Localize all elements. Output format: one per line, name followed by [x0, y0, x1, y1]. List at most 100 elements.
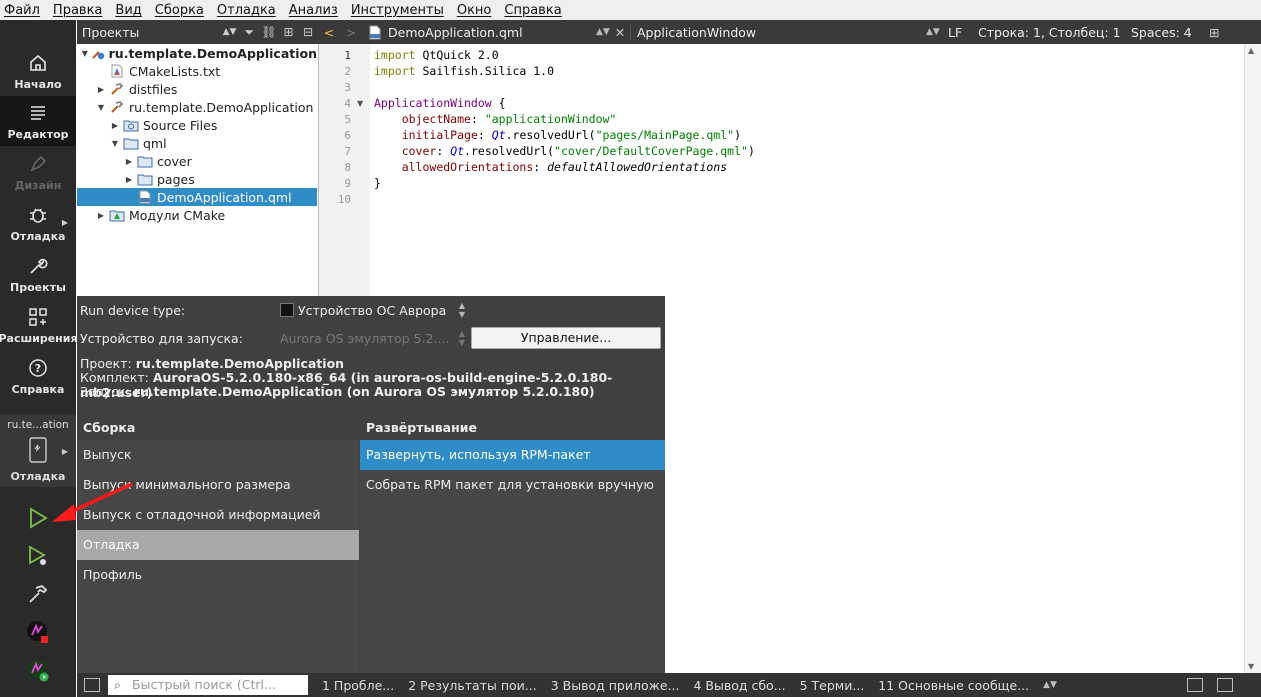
mode-editor[interactable]: Редактор: [0, 96, 76, 146]
build-button[interactable]: [20, 580, 56, 610]
code-token: initialPage: [401, 128, 478, 142]
cursor-position[interactable]: Строка: 1, Столбец: 1: [978, 25, 1131, 40]
collapsed-arrow-icon[interactable]: ▶: [95, 211, 107, 220]
menu-item-7[interactable]: Окно: [457, 3, 492, 18]
aurora-run-button[interactable]: [20, 656, 56, 686]
tree-item-label: qml: [143, 135, 167, 151]
projects-pane-header: Проекты ▲▼ ⏷ ⛓ ⊞ ⊟: [77, 20, 318, 44]
deploy-config-item[interactable]: Собрать RPM пакет для установки вручную: [360, 470, 665, 500]
expanded-arrow-icon[interactable]: ▼: [109, 139, 121, 148]
code-token: :: [470, 112, 485, 126]
mode-welcome[interactable]: Начало: [0, 46, 76, 96]
folder-icon: [137, 154, 153, 168]
tree-item-label: pages: [157, 171, 195, 187]
expanded-arrow-icon[interactable]: ▼: [95, 103, 107, 112]
output-pane-button[interactable]: 4 Вывод сбо...: [693, 678, 785, 693]
tree-item[interactable]: ▼ qml: [77, 134, 317, 152]
open-file-selector[interactable]: DemoApplication.qml: [388, 25, 596, 40]
menu-item-6[interactable]: Инструменты: [351, 3, 444, 18]
menu-item-1[interactable]: Правка: [53, 3, 102, 18]
filter-icon[interactable]: ⏷: [239, 25, 259, 40]
kit-selector[interactable]: ru.te...ation ▶ Отладка: [0, 415, 76, 487]
collapsed-arrow-icon[interactable]: ▶: [123, 157, 135, 166]
mode-projects[interactable]: Проекты: [0, 249, 76, 299]
mode-help[interactable]: ? Справка: [0, 351, 76, 401]
output-pane-button[interactable]: 1 Пробле...: [322, 678, 394, 693]
tree-item[interactable]: ▼ ru.template.DemoApplication: [77, 44, 317, 62]
build-config-item[interactable]: Профиль: [77, 560, 359, 590]
back-icon[interactable]: <: [318, 25, 340, 40]
tree-item[interactable]: DemoApplication.qml: [77, 188, 317, 206]
vertical-scrollbar[interactable]: ▲ ▼: [1244, 44, 1261, 673]
forward-icon[interactable]: >: [340, 25, 362, 40]
code-token: import: [374, 48, 416, 62]
tree-item[interactable]: ▶ cover: [77, 152, 317, 170]
manage-button[interactable]: Управление...: [471, 327, 661, 349]
tree-item[interactable]: ▶ Source Files: [77, 116, 317, 134]
tree-item[interactable]: ▶ Модули CMake: [77, 206, 317, 224]
code-token: "pages/MainPage.qml": [595, 128, 735, 142]
code-token: :: [436, 144, 451, 158]
collapsed-arrow-icon[interactable]: ▶: [123, 175, 135, 184]
menu-item-5[interactable]: Анализ: [289, 3, 338, 18]
tree-item[interactable]: ▶ pages: [77, 170, 317, 188]
scroll-down-icon[interactable]: ▼: [1248, 662, 1254, 671]
mode-design[interactable]: Дизайн: [0, 147, 76, 197]
line-number: 2: [344, 65, 351, 78]
status-bar: ⌕ Быстрый поиск (Ctrl... 1 Пробле... 2 Ре…: [77, 673, 1261, 697]
code-token: ): [734, 128, 742, 142]
menu-item-3[interactable]: Сборка: [155, 3, 204, 18]
menu-item-2[interactable]: Вид: [115, 3, 141, 18]
tree-item[interactable]: ▼ ru.template.DemoApplication: [77, 98, 317, 116]
split-icon[interactable]: ⊞: [279, 25, 299, 39]
close-file-icon[interactable]: ✕: [610, 25, 630, 40]
code-token: import: [374, 64, 416, 78]
editor-icon: [27, 102, 49, 124]
collapsed-arrow-icon[interactable]: ▶: [95, 85, 107, 94]
deploy-config-item[interactable]: Развернуть, используя RPM-пакет: [360, 440, 665, 470]
aurora-device-icon: [280, 303, 294, 317]
split-editor-icon[interactable]: ⊞: [1209, 25, 1225, 40]
toggle-right-sidebar-icon[interactable]: [1217, 678, 1233, 692]
code-token: .resolvedUrl(: [464, 144, 555, 158]
line-ending-selector[interactable]: LF: [948, 25, 978, 40]
line-number: 1: [344, 49, 351, 62]
aurora-stop-button[interactable]: [20, 618, 56, 648]
build-config-item[interactable]: Выпуск: [77, 440, 359, 470]
progress-details-icon[interactable]: [1187, 678, 1203, 692]
code-line: initialPage: Qt.resolvedUrl("pages/MainP…: [374, 128, 741, 144]
menu-item-0[interactable]: Файл: [4, 3, 40, 18]
output-pane-button[interactable]: 3 Вывод приложе...: [551, 678, 680, 693]
output-pane-button[interactable]: 11 Основные сообще...: [878, 678, 1029, 693]
mode-extensions[interactable]: Расширения: [0, 300, 78, 350]
collapsed-arrow-icon[interactable]: ▶: [109, 121, 121, 130]
locator-input[interactable]: ⌕ Быстрый поиск (Ctrl...: [108, 675, 308, 695]
expanded-arrow-icon[interactable]: ▼: [81, 49, 89, 58]
scroll-up-icon[interactable]: ▲: [1248, 46, 1254, 55]
design-icon: [27, 153, 49, 175]
target-selector-popup: Run device type: Устройство ОС Аврора ▲ ▼…: [77, 296, 665, 673]
toggle-sidebar-icon[interactable]: [84, 678, 100, 692]
line-number: 10: [337, 193, 351, 206]
folder-icon: [123, 136, 139, 150]
tree-item[interactable]: CMakeLists.txt: [77, 62, 317, 80]
menu-item-8[interactable]: Справка: [504, 3, 561, 18]
link-icon[interactable]: ⛓: [259, 25, 279, 39]
debug-run-button[interactable]: [20, 542, 56, 572]
menu-item-4[interactable]: Отладка: [217, 3, 276, 18]
projects-view-selector[interactable]: Проекты: [82, 25, 220, 40]
tab-settings[interactable]: Spaces: 4: [1131, 25, 1209, 40]
close-pane-icon[interactable]: ⊟: [298, 25, 318, 39]
sort-arrows-icon: ▲▼: [458, 301, 465, 319]
fold-arrow-icon[interactable]: ▼: [357, 99, 363, 108]
run-device-type-select[interactable]: Устройство ОС Аврора ▲ ▼: [280, 301, 465, 319]
build-config-item[interactable]: Отладка: [77, 530, 359, 560]
mode-debug[interactable]: Отладка ▶: [0, 198, 76, 248]
symbol-selector[interactable]: ApplicationWindow: [630, 24, 926, 40]
device-select[interactable]: Aurora OS эмулятор 5.2.... ▲ ▼: [280, 329, 465, 347]
output-pane-button[interactable]: 5 Терми...: [800, 678, 865, 693]
tree-item[interactable]: ▶ distfiles: [77, 80, 317, 98]
output-pane-button[interactable]: 2 Результаты пои...: [408, 678, 537, 693]
tree-item-label: distfiles: [129, 81, 178, 97]
